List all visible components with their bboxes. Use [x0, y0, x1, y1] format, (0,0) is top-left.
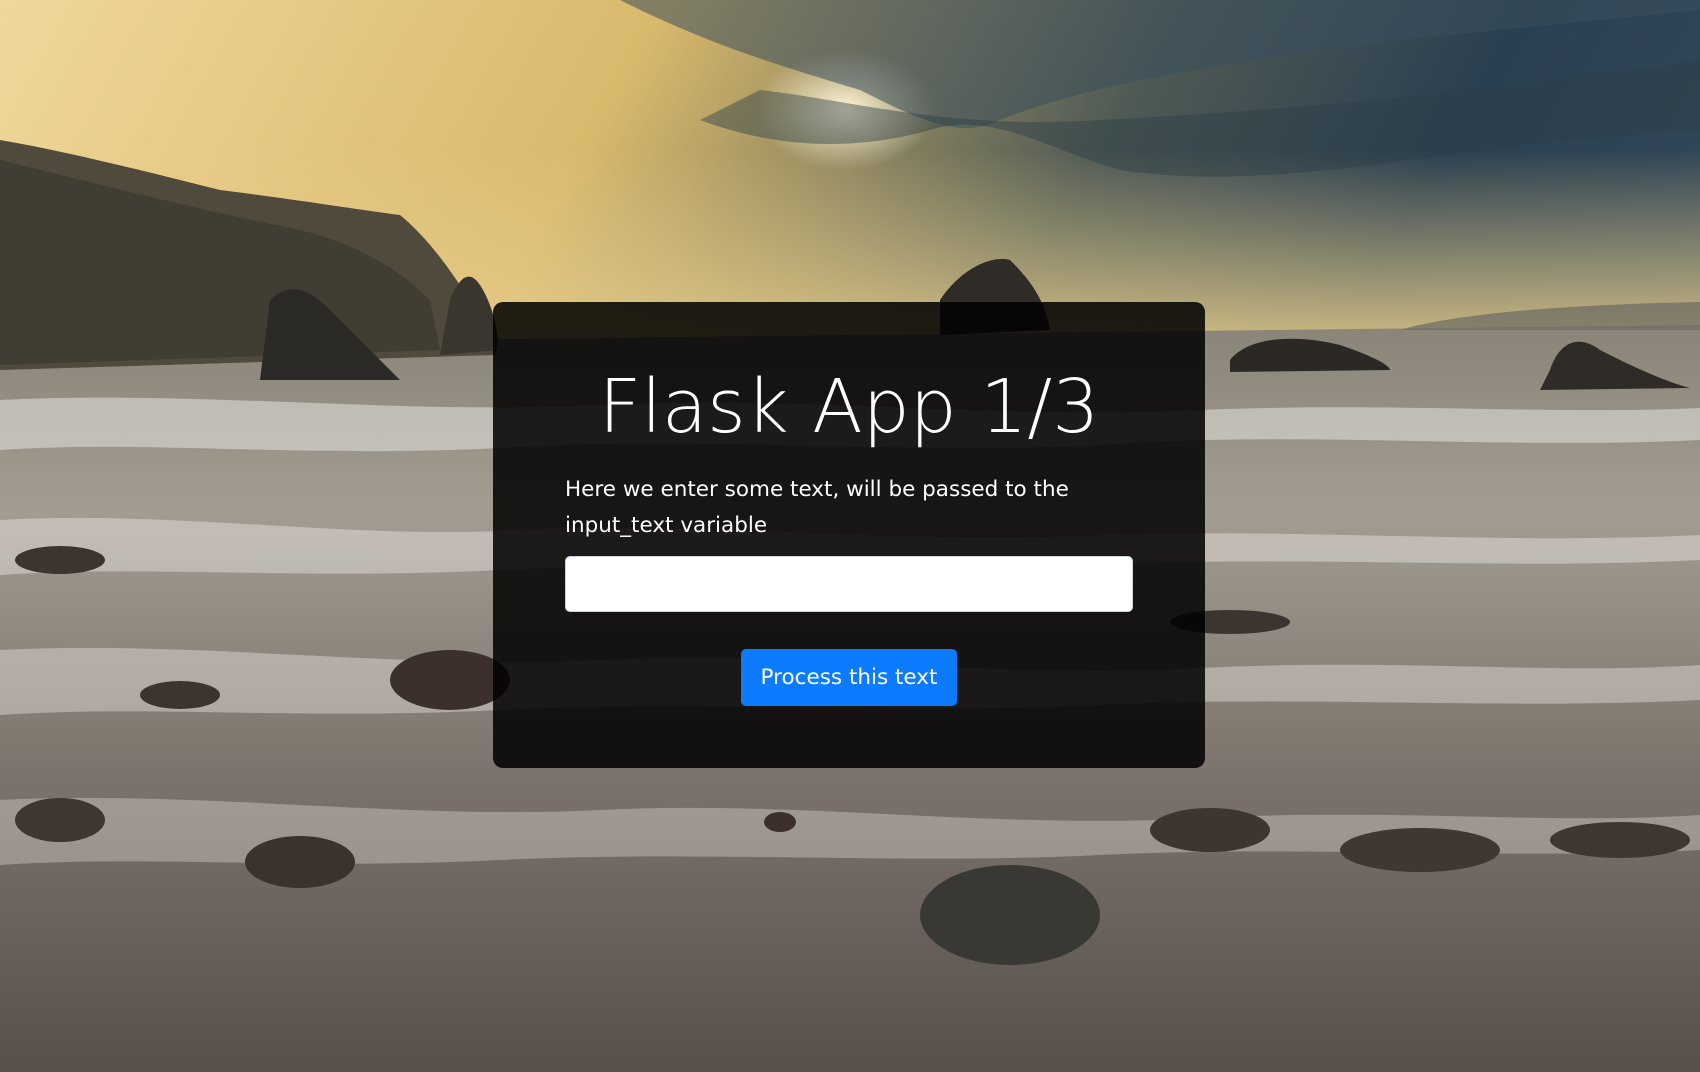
- form-card: Flask App 1/3 Here we enter some text, w…: [493, 302, 1205, 768]
- button-row: Process this text: [565, 649, 1133, 706]
- input-text-field[interactable]: [565, 556, 1133, 612]
- input-description: Here we enter some text, will be passed …: [565, 477, 1069, 538]
- process-text-button[interactable]: Process this text: [740, 649, 958, 706]
- page-title: Flask App 1/3: [598, 364, 1100, 450]
